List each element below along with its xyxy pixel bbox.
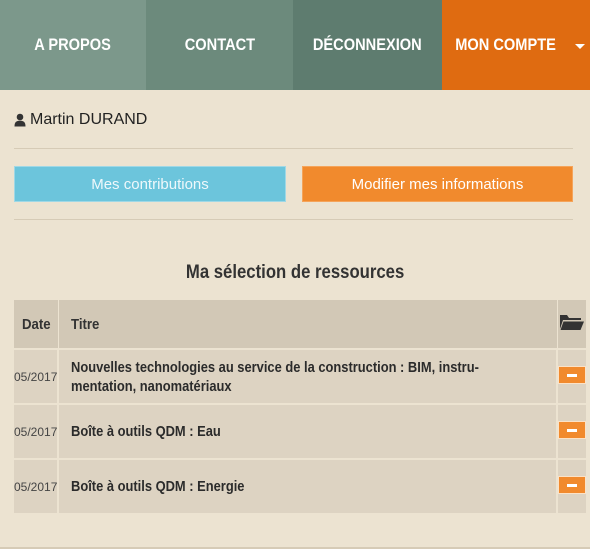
header-date-label: Date — [21, 315, 51, 333]
row-action — [557, 460, 587, 513]
nav-a-propos-label: A PROPOS — [34, 35, 112, 54]
nav-deconnexion[interactable]: DÉCONNEXION — [293, 0, 442, 90]
row-action — [557, 405, 587, 458]
row-date: 05/2017 — [14, 405, 60, 458]
nav-mon-compte[interactable]: MON COMPTE — [442, 0, 590, 90]
header-date: Date — [14, 300, 59, 348]
user-icon — [14, 113, 26, 127]
nav-contact[interactable]: CONTACT — [146, 0, 293, 90]
section-title-text: Ma sélection de ressources — [185, 262, 405, 283]
section-title: Ma sélection de ressources — [0, 262, 590, 284]
nav-contact-label: CONTACT — [184, 35, 255, 54]
contributions-button[interactable]: Mes contributions — [14, 166, 286, 202]
folder-open-icon — [560, 315, 585, 330]
divider — [14, 219, 573, 220]
row-title: Boîte à outils QDM : Eau — [58, 405, 559, 458]
table-row: 05/2017 Nouvelles technologies au servic… — [14, 350, 587, 403]
resources-table: Date Titre 05/2017 Nouvelles technologie… — [14, 300, 587, 513]
row-title: Nouvelles technologies au service de la … — [58, 350, 559, 403]
row-date: 05/2017 — [14, 350, 60, 403]
row-date: 05/2017 — [14, 460, 60, 513]
nav-mon-compte-label: MON COMPTE — [455, 35, 557, 54]
remove-button[interactable] — [558, 421, 587, 439]
remove-button[interactable] — [558, 366, 587, 384]
caret-down-icon — [574, 43, 585, 49]
nav-a-propos[interactable]: A PROPOS — [0, 0, 146, 90]
header-folder — [557, 300, 586, 348]
row-action — [557, 350, 587, 403]
user-name: Martin DURAND — [30, 111, 148, 128]
table-header-row: Date Titre — [14, 300, 587, 348]
header-title-label: Titre — [70, 315, 100, 333]
user-info: Martin DURAND — [14, 111, 147, 129]
divider — [14, 148, 573, 149]
top-navigation: A PROPOS CONTACT DÉCONNEXION MON COMPTE — [0, 0, 590, 90]
table-row: 05/2017 Boîte à outils QDM : Eau — [14, 405, 587, 458]
row-title-text: Nouvelles technologies au service de la … — [71, 358, 480, 395]
row-title-text: Boîte à outils QDM : Eau — [71, 423, 222, 440]
table-row: 05/2017 Boîte à outils QDM : Energie — [14, 460, 587, 513]
modify-info-button[interactable]: Modifier mes informations — [302, 166, 573, 202]
row-title: Boîte à outils QDM : Energie — [58, 460, 559, 513]
nav-deconnexion-label: DÉCONNEXION — [313, 35, 422, 54]
remove-button[interactable] — [558, 476, 587, 494]
row-title-text: Boîte à outils QDM : Energie — [71, 478, 245, 495]
header-title: Titre — [58, 300, 558, 348]
